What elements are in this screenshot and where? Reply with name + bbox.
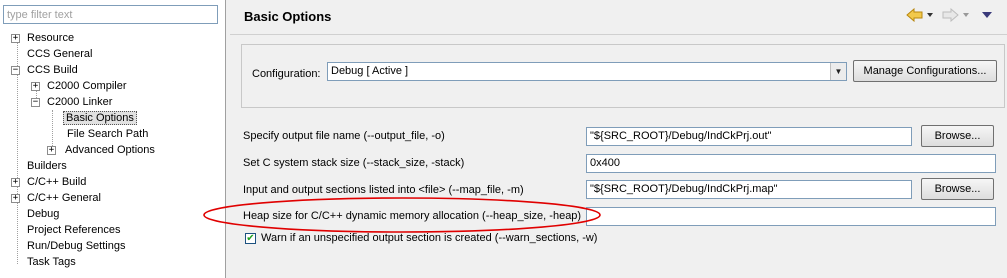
heap-size-label: Heap size for C/C++ dynamic memory alloc… (243, 210, 582, 222)
tree-item-label: Builders (27, 160, 67, 172)
back-dropdown-icon[interactable] (927, 13, 934, 18)
tree-item-label: Basic Options (63, 111, 137, 125)
property-page: Basic Options Configuration: Debug [ Act… (230, 0, 1007, 278)
tree-item-cc-build[interactable]: + C/C++ Build (11, 174, 88, 190)
collapse-minus-icon[interactable]: − (31, 98, 40, 107)
configuration-value: Debug [ Active ] (331, 65, 409, 77)
dropdown-arrow-icon[interactable]: ▼ (830, 63, 846, 80)
view-menu-icon[interactable] (982, 12, 993, 19)
page-title: Basic Options (244, 9, 332, 24)
map-file-field[interactable]: "${SRC_ROOT}/Debug/IndCkPrj.map" (586, 180, 912, 199)
stack-size-label: Set C system stack size (--stack_size, -… (243, 157, 465, 169)
tree-item-advanced-options[interactable]: + Advanced Options (47, 142, 157, 158)
output-file-field[interactable]: "${SRC_ROOT}/Debug/IndCkPrj.out" (586, 127, 912, 146)
configuration-group: Configuration: Debug [ Active ] ▼ Manage… (241, 44, 1005, 108)
heap-size-field[interactable] (586, 207, 996, 226)
forward-dropdown-icon[interactable] (963, 13, 970, 18)
tree-item-c2000-linker[interactable]: − C2000 Linker (31, 94, 114, 110)
tree-item-label: Advanced Options (65, 144, 155, 156)
title-separator (230, 34, 1007, 35)
tree-item-ccs-general[interactable]: CCS General (25, 46, 94, 62)
filter-input[interactable] (3, 5, 218, 24)
tree-item-label: CCS General (27, 48, 93, 60)
tree-item-label: Task Tags (27, 256, 76, 268)
browse-output-file-button[interactable]: Browse... (921, 125, 994, 147)
tree-item-run-debug-settings[interactable]: Run/Debug Settings (25, 238, 127, 254)
tree-item-project-references[interactable]: Project References (25, 222, 123, 238)
tree-item-label: C/C++ Build (27, 176, 87, 188)
expand-plus-icon[interactable]: + (47, 146, 56, 155)
tree-item-basic-options[interactable]: Basic Options (63, 110, 137, 126)
tree-item-label: CCS Build (27, 64, 78, 76)
tree-item-label: File Search Path (67, 128, 149, 140)
collapse-minus-icon[interactable]: − (11, 66, 20, 75)
stack-size-field[interactable]: 0x400 (586, 154, 996, 173)
warn-sections-checkbox[interactable]: ✔ (245, 233, 256, 244)
manage-configurations-button[interactable]: Manage Configurations... (853, 60, 997, 82)
output-file-label: Specify output file name (--output_file,… (243, 130, 445, 142)
tree-item-label: Resource (27, 32, 75, 44)
tree-item-label: Debug (27, 208, 60, 220)
warn-sections-label: Warn if an unspecified output section is… (261, 232, 598, 244)
map-file-label: Input and output sections listed into <f… (243, 184, 524, 196)
expand-plus-icon[interactable]: + (11, 34, 20, 43)
browse-map-file-button[interactable]: Browse... (921, 178, 994, 200)
configuration-select[interactable]: Debug [ Active ] ▼ (327, 62, 847, 81)
configuration-label: Configuration: (252, 68, 321, 80)
preference-tree-pane: + Resource CCS General − CCS Build + C20… (0, 0, 226, 278)
tree-item-task-tags[interactable]: Task Tags (25, 254, 78, 270)
tree-item-c2000-compiler[interactable]: + C2000 Compiler (31, 78, 128, 94)
tree-item-label: Project References (27, 224, 121, 236)
tree-item-label: C/C++ General (27, 192, 101, 204)
tree-item-debug[interactable]: Debug (25, 206, 61, 222)
expand-plus-icon[interactable]: + (11, 178, 20, 187)
back-arrow-icon[interactable] (906, 8, 924, 22)
expand-plus-icon[interactable]: + (11, 194, 20, 203)
forward-arrow-icon[interactable] (941, 8, 959, 22)
tree-item-label: C2000 Compiler (47, 80, 127, 92)
tree-item-cc-general[interactable]: + C/C++ General (11, 190, 103, 206)
tree-item-builders[interactable]: Builders (25, 158, 69, 174)
tree-item-resource[interactable]: + Resource (11, 30, 76, 46)
tree-item-ccs-build[interactable]: − CCS Build (11, 62, 80, 78)
tree-item-label: Run/Debug Settings (27, 240, 126, 252)
tree-item-file-search-path[interactable]: File Search Path (65, 126, 150, 142)
tree-item-label: C2000 Linker (47, 96, 113, 108)
expand-plus-icon[interactable]: + (31, 82, 40, 91)
